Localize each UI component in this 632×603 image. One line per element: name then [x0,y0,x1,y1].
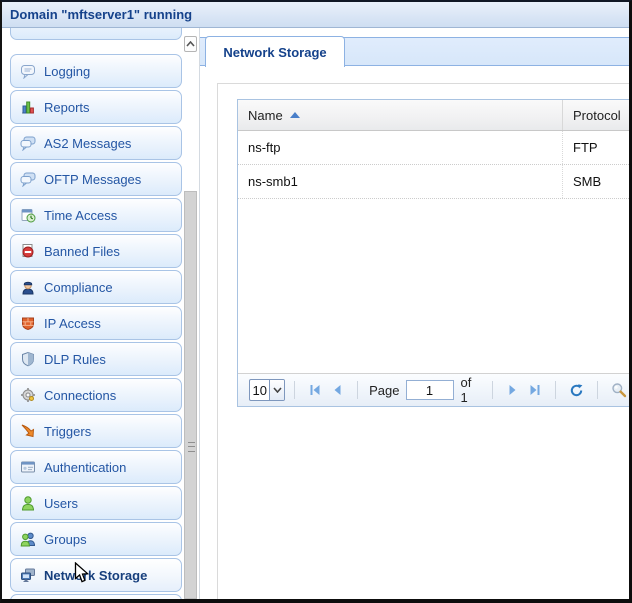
sidebar-item-label: Logging [44,64,90,79]
sidebar-item-label: DLP Rules [44,352,106,367]
sidebar-item-directory-monitors[interactable]: Directory Monitors [10,594,182,603]
sidebar-item-label: Authentication [44,460,126,475]
sidebar-item-reports[interactable]: Reports [10,90,182,124]
sidebar-item-label: Users [44,496,78,511]
combo-trigger-button[interactable] [269,380,284,400]
compliance-icon [20,279,36,295]
cell-protocol: SMB [563,165,631,198]
next-page-button[interactable] [506,381,520,399]
table-row[interactable]: ns-smb1SMB [238,165,631,199]
sidebar-item-label: Time Access [44,208,117,223]
sidebar-item-banned-files[interactable]: Banned Files [10,234,182,268]
sidebar-scrollbar[interactable] [184,30,197,599]
banned-files-icon [20,243,36,259]
toolbar-separator [555,381,556,399]
search-icon [611,382,627,398]
scrollbar-up-button[interactable] [184,36,197,52]
sidebar-item-ip-access[interactable]: IP Access [10,306,182,340]
authentication-icon [20,459,36,475]
grid-header: Name Protocol [238,100,631,131]
refresh-button[interactable] [569,381,584,399]
tab-label: Network Storage [223,45,326,60]
column-header-protocol[interactable]: Protocol [563,100,631,130]
sidebar-item-as2-messages[interactable]: AS2 Messages [10,126,182,160]
connections-icon [20,387,36,403]
sidebar-item-logging[interactable]: Logging [10,54,182,88]
sidebar-item-triggers[interactable]: Triggers [10,414,182,448]
dlp-rules-icon [20,351,36,367]
sort-asc-icon [290,112,300,118]
reports-icon [20,99,36,115]
sidebar-item-label: OFTP Messages [44,172,141,187]
sidebar-item-users[interactable]: Users [10,486,182,520]
column-header-name[interactable]: Name [238,100,563,130]
network-storage-icon [20,567,36,583]
sidebar: ServicesLoggingReportsAS2 MessagesOFTP M… [2,2,184,603]
logging-icon [20,63,36,79]
sidebar-item-label: Compliance [44,280,113,295]
page-number-input[interactable] [406,380,454,400]
sidebar-item-connections[interactable]: Connections [10,378,182,412]
title-bar: Domain "mftserver1" running [2,2,629,28]
sidebar-item-network-storage[interactable]: Network Storage [10,558,182,592]
time-access-icon [20,207,36,223]
page-size-select[interactable]: 10 [249,379,285,401]
sidebar-item-authentication[interactable]: Authentication [10,450,182,484]
first-page-icon [308,383,322,397]
sidebar-item-label: Triggers [44,424,91,439]
sidebar-item-label: IP Access [44,316,101,331]
network-storage-grid: Name Protocol ns-ftpFTPns-smb1SMB 10 [237,99,632,407]
prev-page-icon [330,383,344,397]
toolbar-separator [597,381,598,399]
page-of-label: of 1 [461,375,478,405]
oftp-messages-icon [20,171,36,187]
sidebar-item-compliance[interactable]: Compliance [10,270,182,304]
as2-messages-icon [20,135,36,151]
sidebar-item-label: Network Storage [44,568,147,583]
cell-protocol: FTP [563,131,631,164]
scrollbar-thumb[interactable] [184,191,197,599]
column-header-label: Name [248,108,283,123]
column-header-label: Protocol [573,108,621,123]
sidebar-item-oftp-messages[interactable]: OFTP Messages [10,162,182,196]
panel-divider [199,28,200,603]
page-size-value: 10 [250,380,269,400]
toolbar-separator [492,381,493,399]
cell-name: ns-ftp [238,131,563,164]
cell-name: ns-smb1 [238,165,563,198]
sidebar-item-time-access[interactable]: Time Access [10,198,182,232]
sidebar-item-label: Banned Files [44,244,120,259]
toolbar-separator [294,381,295,399]
last-page-button[interactable] [528,381,542,399]
groups-icon [20,531,36,547]
app-window: ServicesLoggingReportsAS2 MessagesOFTP M… [0,0,632,603]
table-row[interactable]: ns-ftpFTP [238,131,631,165]
search-button[interactable] [611,381,627,399]
sidebar-item-label: Reports [44,100,90,115]
ip-access-icon [20,315,36,331]
page-label: Page [369,383,399,398]
window-title: Domain "mftserver1" running [10,7,192,22]
users-icon [20,495,36,511]
triggers-icon [20,423,36,439]
sidebar-item-label: Connections [44,388,116,403]
grid-body: ns-ftpFTPns-smb1SMB [238,131,631,199]
paging-toolbar: 10 Page of [238,373,631,406]
sidebar-item-label: AS2 Messages [44,136,131,151]
chevron-up-icon [186,41,195,47]
refresh-icon [569,383,584,398]
toolbar-separator [357,381,358,399]
prev-page-button[interactable] [330,381,344,399]
scrollbar-grip-icon [188,442,195,452]
first-page-button[interactable] [308,381,322,399]
sidebar-item-dlp-rules[interactable]: DLP Rules [10,342,182,376]
chevron-down-icon [273,387,282,393]
sidebar-item-groups[interactable]: Groups [10,522,182,556]
sidebar-item-label: Groups [44,532,87,547]
last-page-icon [528,383,542,397]
tab-network-storage[interactable]: Network Storage [205,36,345,67]
next-page-icon [506,383,520,397]
